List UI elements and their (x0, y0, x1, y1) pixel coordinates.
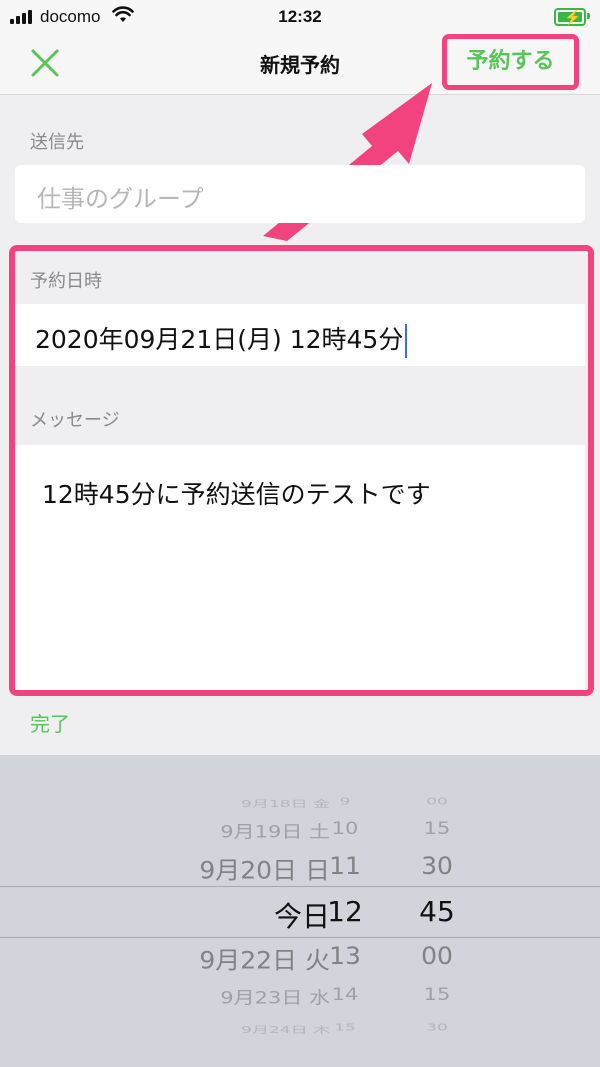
picker-date: 9月19日 土 (220, 822, 330, 842)
picker-date: 9月18日 金 (241, 798, 330, 810)
picker-minute: 15 (423, 985, 451, 1005)
text-caret (405, 324, 408, 358)
message-field[interactable]: 12時45分に予約送信のテストです (15, 445, 585, 690)
picker-minute: 30 (426, 1022, 448, 1033)
done-button[interactable]: 完了 (30, 708, 70, 737)
picker-hour: 10 (331, 819, 359, 839)
datetime-field[interactable]: 2020年09月21日(月) 12時45分 (15, 304, 585, 366)
datetime-label: 予約日時 (30, 271, 102, 292)
picker-date: 9月20日 日 (199, 856, 330, 885)
picker-hour: 15 (334, 1022, 356, 1033)
message-label: メッセージ (30, 410, 120, 431)
status-bar: docomo 12:32 ⚡ (0, 0, 600, 34)
picker-hour: 13 (329, 942, 361, 970)
picker-row[interactable]: 9月22日 火 13 00 (0, 942, 600, 980)
picker-minute: 00 (426, 796, 448, 807)
datetime-value: 2020年09月21日(月) 12時45分 (35, 325, 404, 354)
picker-date: 9月22日 火 (199, 946, 330, 975)
reserve-button[interactable]: 予約する (442, 34, 579, 90)
picker-minute: 30 (421, 852, 453, 880)
recipient-value: 仕事のグループ (37, 185, 204, 213)
picker-row-selected[interactable]: 今日 12 45 (0, 895, 600, 935)
picker-hour: 14 (331, 985, 359, 1005)
picker-row[interactable]: 9月23日 水 14 15 (0, 985, 600, 1017)
recipient-label: 送信先 (30, 132, 84, 153)
picker-row[interactable]: 9月19日 土 10 15 (0, 819, 600, 851)
nav-bar: 新規予約 予約する (0, 34, 600, 95)
picker-row[interactable]: 9月20日 日 11 30 (0, 852, 600, 890)
picker-hour: 11 (329, 852, 361, 880)
picker-hour: 12 (327, 895, 363, 928)
picker-row[interactable]: 9月24日 木 15 30 (0, 1022, 600, 1044)
clock-time: 12:32 (278, 7, 322, 26)
message-value: 12時45分に予約送信のテストです (42, 480, 431, 509)
picker-minute: 15 (423, 819, 451, 839)
picker-minute: 45 (419, 895, 455, 928)
picker-date: 9月23日 水 (220, 988, 330, 1008)
picker-date: 今日 (273, 900, 330, 933)
recipient-field[interactable]: 仕事のグループ (15, 165, 585, 223)
picker-minute: 00 (421, 942, 453, 970)
picker-date: 9月24日 木 (241, 1024, 330, 1036)
datetime-picker[interactable]: 9月18日 金 9 00 9月19日 土 10 15 9月20日 日 11 30 今日 12 45 9月… (0, 755, 600, 1067)
battery-charging-icon: ⚡ (554, 8, 590, 26)
picker-hour: 9 (339, 796, 351, 807)
picker-row[interactable]: 9月18日 金 9 00 (0, 796, 600, 818)
